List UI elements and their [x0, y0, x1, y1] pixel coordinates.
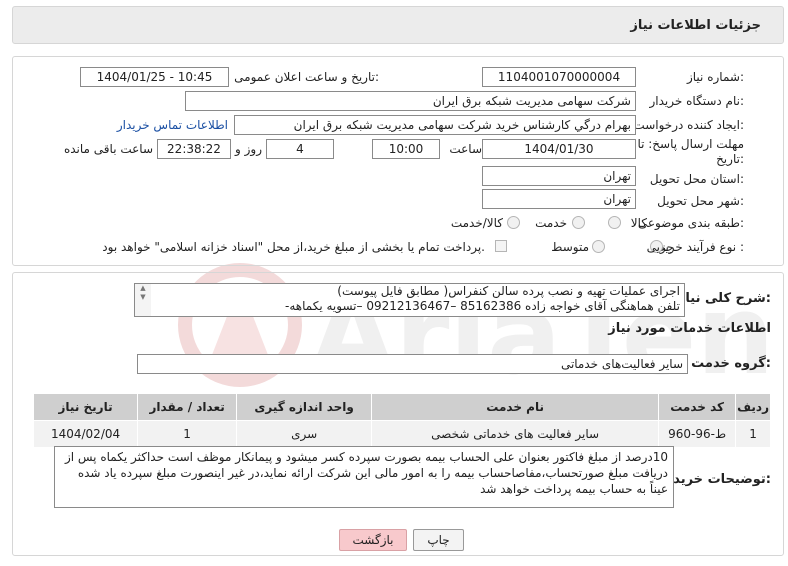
col-header-unit: واحد اندازه گیری [236, 393, 373, 421]
services-section-title: اطلاعات خدمات مورد نیاز [608, 321, 771, 336]
process-option-medium: متوسط [551, 240, 589, 254]
col-header-date: تاریخ نیاز [32, 393, 139, 421]
city-label: شهر محل تحویل: [657, 194, 744, 208]
deadline-date-field[interactable]: 1404/01/30 [482, 139, 636, 159]
col-header-row: ردیف [735, 393, 771, 421]
col-header-qty: تعداد / مقدار [137, 393, 238, 421]
creator-field[interactable]: بهرام درگي كارشناس خريد شرکت سهامی مدیری… [234, 115, 636, 135]
cell-qty: 1 [137, 420, 238, 448]
page-header: جزئیات اطلاعات نیاز [12, 6, 784, 44]
services-table: ردیف کد خدمت نام خدمت واحد اندازه گیری ت… [32, 393, 771, 448]
general-desc-line-2: تلفن هماهنگی آقای خواجه زاده 85162386 –0… [285, 299, 680, 313]
general-desc-label: شرح کلی نیاز: [677, 291, 771, 306]
buyer-org-field[interactable]: شرکت سهامی مدیریت شبکه برق ایران [185, 91, 636, 111]
col-header-code: کد خدمت [658, 393, 737, 421]
general-desc-textarea[interactable]: ▲ ▼ اجرای عملیات تهیه و نصب پرده سالن کن… [134, 283, 685, 317]
city-field[interactable]: تهران [482, 189, 636, 209]
process-option-minor: جزیی [646, 240, 674, 254]
treasury-payment-checkbox[interactable] [495, 240, 507, 252]
need-number-label: شماره نیاز: [686, 70, 744, 84]
days-remaining-field[interactable]: 4 [266, 139, 334, 159]
general-desc-text: اجرای عملیات تهیه و نصب پرده سالن کنفراس… [285, 284, 680, 314]
remaining-time-field[interactable]: 22:38:22 [157, 139, 231, 159]
back-button[interactable]: بازگشت [339, 529, 407, 551]
need-number-field[interactable]: 1104001070000004 [482, 67, 636, 87]
cell-unit: سری [236, 420, 373, 448]
col-header-name: نام خدمت [371, 393, 660, 421]
buyer-org-label: نام دستگاه خریدار: [649, 94, 745, 108]
main-info-panel [12, 56, 784, 266]
category-option-goods-service: کالا/خدمت [450, 216, 503, 230]
print-button[interactable]: چاپ [413, 529, 464, 551]
category-option-service: خدمت [535, 216, 567, 230]
announce-date-field[interactable]: 1404/01/25 - 10:45 [80, 67, 229, 87]
cell-row: 1 [735, 420, 771, 448]
remaining-time-label: ساعت باقی مانده [63, 142, 153, 156]
process-radio-medium[interactable] [592, 240, 605, 253]
announce-date-label: تاریخ و ساعت اعلان عمومی: [234, 70, 379, 84]
province-label: استان محل تحویل: [649, 172, 744, 186]
category-option-goods: کالا [630, 216, 647, 230]
category-radio-goods[interactable] [608, 216, 621, 229]
days-label: روز و [235, 142, 262, 156]
buyer-notes-textarea[interactable]: 10درصد از مبلغ فاکتور بعنوان علی الحساب … [54, 446, 674, 508]
services-table-header: ردیف کد خدمت نام خدمت واحد اندازه گیری ت… [32, 393, 771, 421]
category-radio-service[interactable] [572, 216, 585, 229]
table-row[interactable]: 1 ط-96-960 سایر فعالیت های خدماتی شخصی س… [32, 420, 771, 448]
treasury-payment-note: پرداخت تمام یا بخشی از مبلغ خرید،از محل … [102, 240, 485, 254]
buyer-notes-label: توضیحات خریدار: [661, 472, 771, 487]
buyer-contact-link[interactable]: اطلاعات تماس خریدار [117, 118, 228, 132]
creator-label: ایجاد کننده درخواست: [633, 118, 744, 132]
scroll-up-icon: ▲ [140, 284, 146, 292]
general-desc-line-1: اجرای عملیات تهیه و نصب پرده سالن کنفراس… [337, 284, 680, 298]
service-group-label: گروه خدمت: [691, 356, 771, 371]
deadline-time-label: ساعت [449, 142, 482, 156]
cell-code: ط-96-960 [658, 420, 737, 448]
textarea-scrollbar[interactable]: ▲ ▼ [135, 284, 151, 316]
page-title: جزئیات اطلاعات نیاز [630, 18, 761, 33]
deadline-date-label: تاریخ: [716, 152, 744, 166]
category-label: طبقه بندی موضوعی: [637, 216, 744, 230]
province-field[interactable]: تهران [482, 166, 636, 186]
scroll-down-icon: ▼ [140, 293, 146, 301]
deadline-label: مهلت ارسال پاسخ: تا [637, 137, 744, 151]
deadline-time-field[interactable]: 10:00 [372, 139, 440, 159]
cell-name: سایر فعالیت های خدماتی شخصی [371, 420, 660, 448]
cell-date: 1404/02/04 [32, 420, 139, 448]
service-group-field[interactable]: سایر فعالیت‌های خدماتی [137, 354, 688, 374]
category-radio-goods-service[interactable] [507, 216, 520, 229]
